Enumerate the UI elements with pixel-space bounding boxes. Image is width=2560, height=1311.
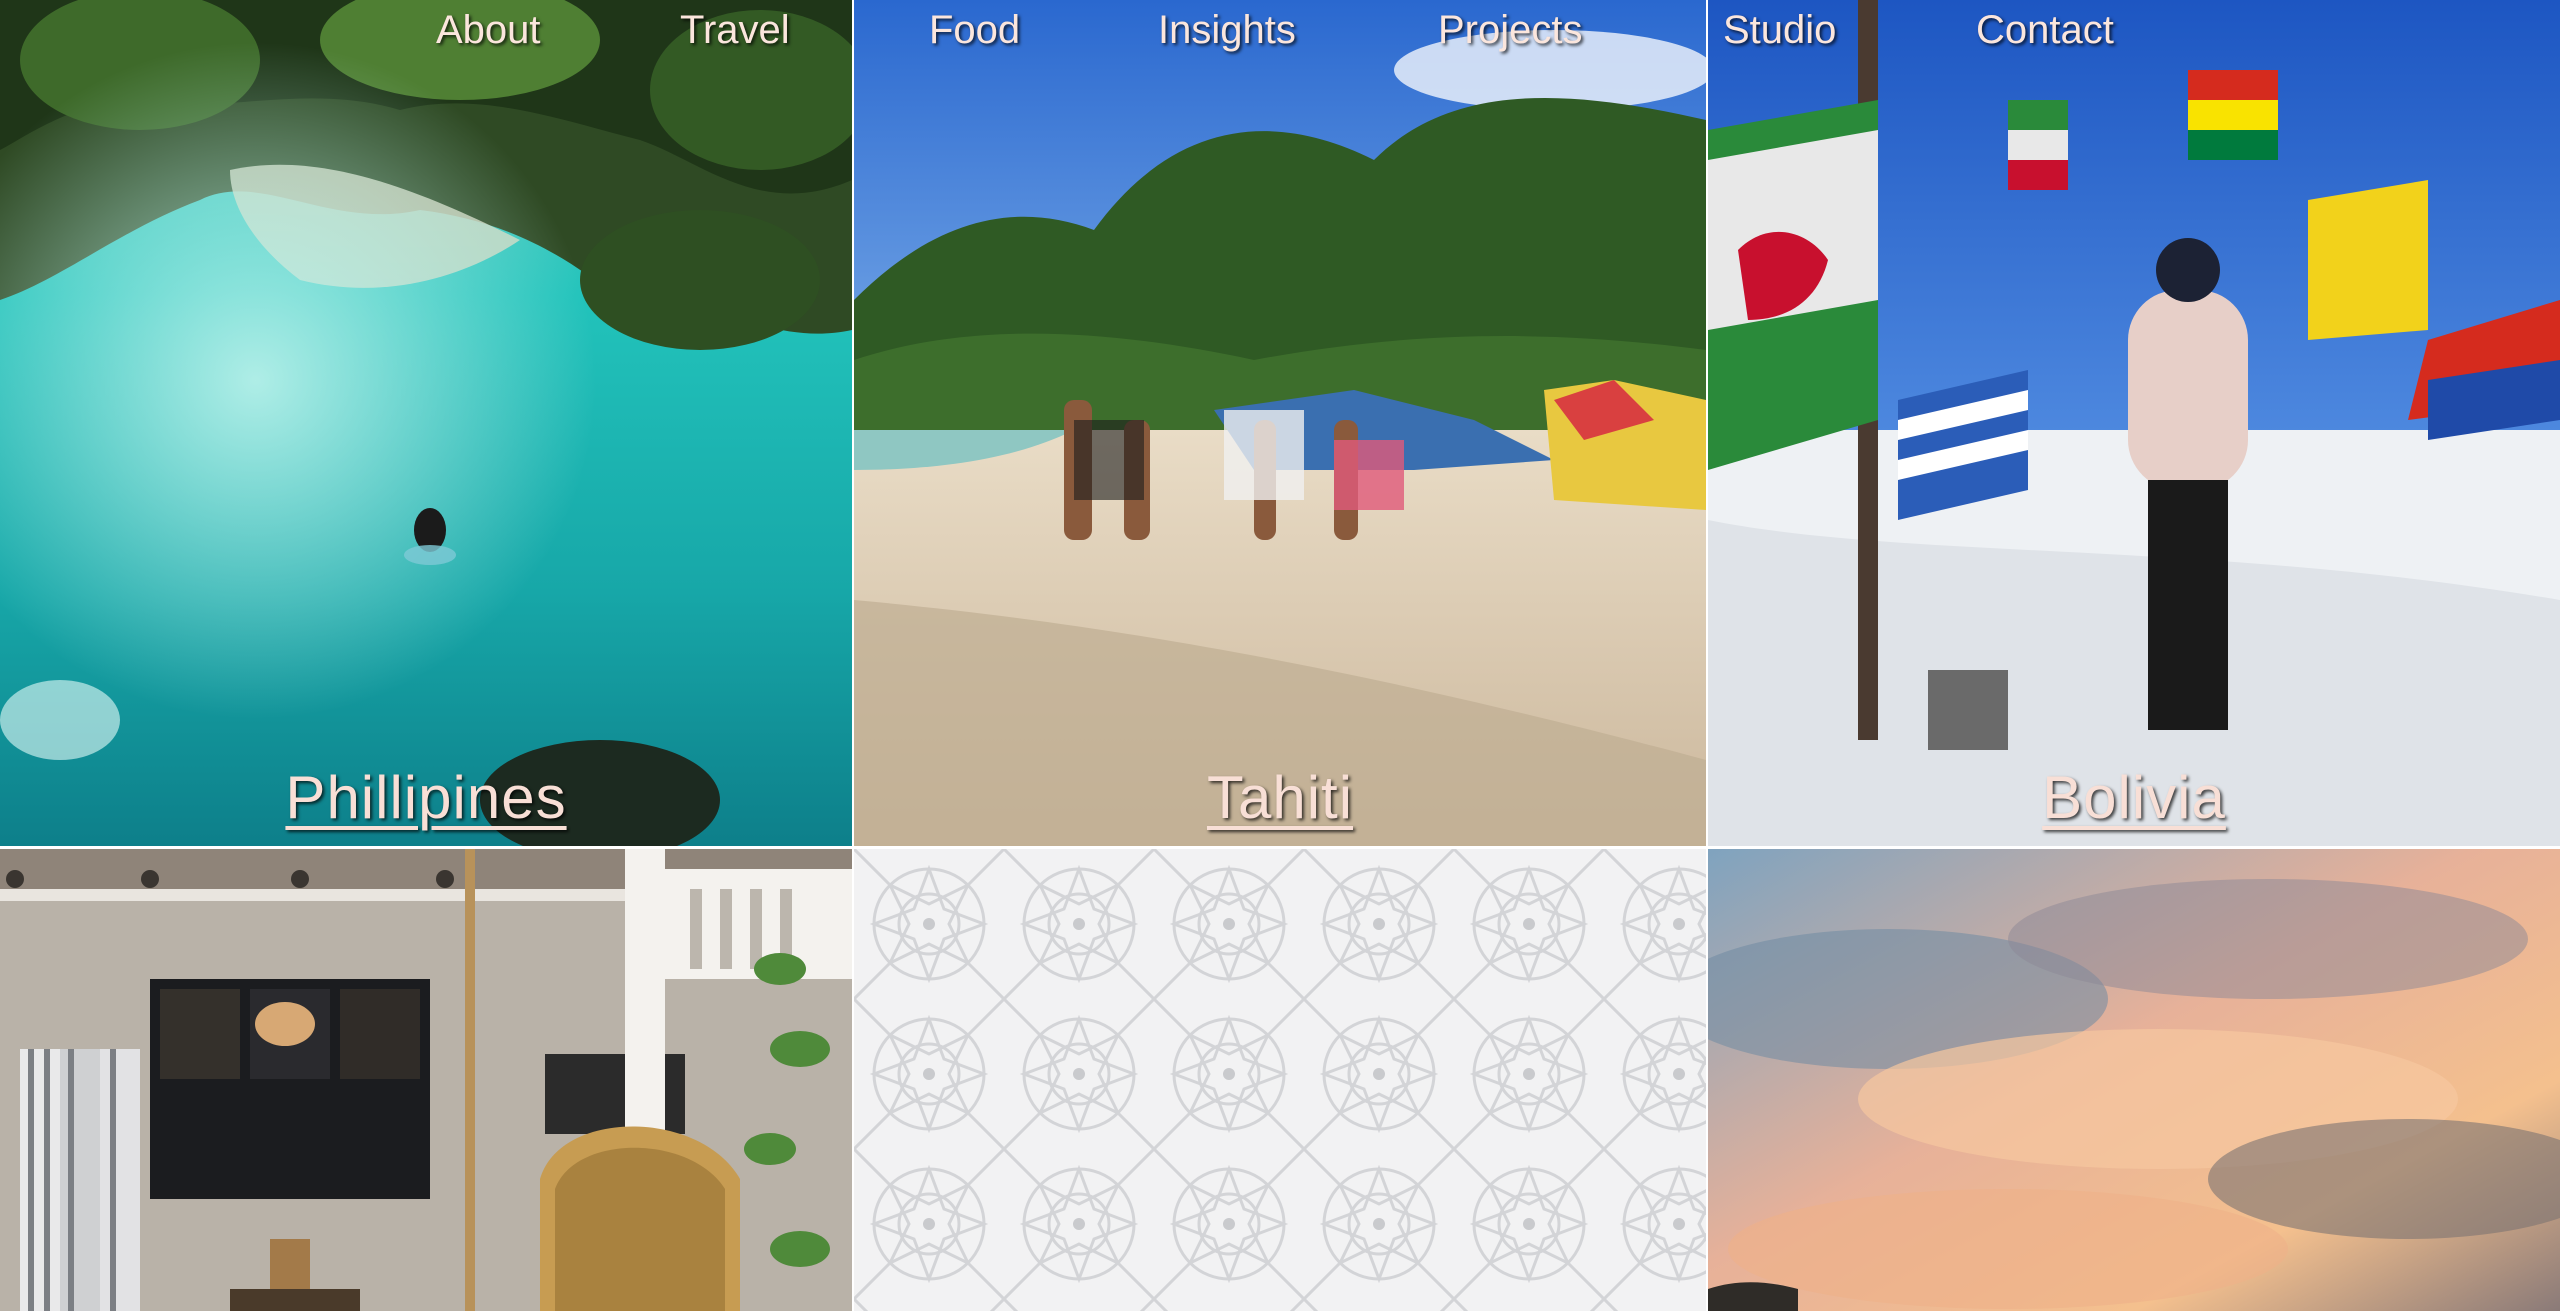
nav-travel[interactable]: Travel	[680, 8, 790, 53]
tile-porch[interactable]	[0, 849, 852, 1311]
top-nav: About Travel Food Insights Projects Stud…	[0, 0, 2560, 70]
sunset-photo	[1708, 849, 2560, 1311]
tile-phillipines[interactable]: Phillipines	[0, 0, 852, 846]
tile-sunset[interactable]	[1708, 849, 2560, 1311]
porch-photo	[0, 849, 852, 1311]
nav-projects[interactable]: Projects	[1438, 8, 1583, 53]
tile-lattice[interactable]	[854, 849, 1706, 1311]
phillipines-photo	[0, 0, 852, 846]
tile-bolivia[interactable]: Bolivia	[1708, 0, 2560, 846]
tile-label-bolivia[interactable]: Bolivia	[1708, 763, 2560, 832]
tahiti-photo	[854, 0, 1706, 846]
lattice-photo	[854, 849, 1706, 1311]
photo-grid: Phillipines Tahiti Bolivia	[0, 0, 2560, 1311]
tile-label-tahiti[interactable]: Tahiti	[854, 763, 1706, 832]
nav-studio[interactable]: Studio	[1723, 8, 1836, 53]
tile-label-phillipines[interactable]: Phillipines	[0, 763, 852, 832]
nav-contact[interactable]: Contact	[1976, 8, 2114, 53]
bolivia-photo	[1708, 0, 2560, 846]
nav-food[interactable]: Food	[929, 8, 1020, 53]
tile-tahiti[interactable]: Tahiti	[854, 0, 1706, 846]
nav-about[interactable]: About	[436, 8, 541, 53]
nav-insights[interactable]: Insights	[1158, 8, 1296, 53]
